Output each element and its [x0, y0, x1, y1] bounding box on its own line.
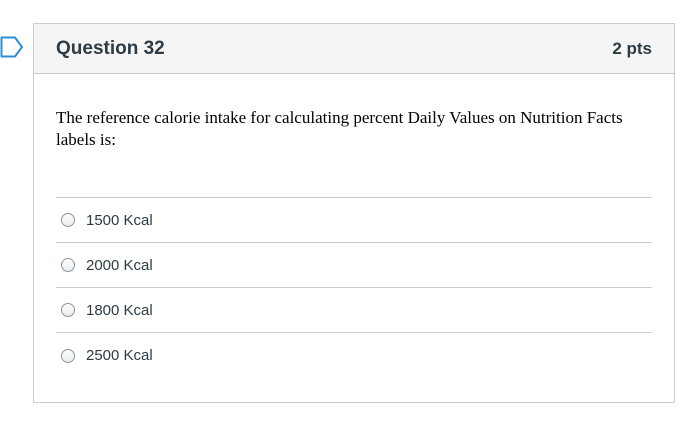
question-text: The reference calorie intake for calcula…	[56, 108, 623, 149]
flag-question-icon[interactable]	[0, 36, 24, 58]
answer-option[interactable]: 1800 Kcal	[56, 288, 652, 333]
radio-button[interactable]	[61, 258, 75, 272]
answer-option[interactable]: 2000 Kcal	[56, 243, 652, 288]
answer-option[interactable]: 2500 Kcal	[56, 333, 652, 378]
question-header: Question 32 2 pts	[34, 24, 674, 74]
question-card: Question 32 2 pts The reference calorie …	[33, 23, 675, 403]
radio-button[interactable]	[61, 213, 75, 227]
answer-option[interactable]: 1500 Kcal	[56, 198, 652, 243]
question-points: 2 pts	[612, 38, 652, 58]
answer-label[interactable]: 2500 Kcal	[86, 347, 153, 364]
answer-label[interactable]: 1500 Kcal	[86, 212, 153, 229]
question-title: Question 32	[56, 37, 165, 59]
radio-button[interactable]	[61, 348, 75, 363]
answer-list: 1500 Kcal 2000 Kcal 1800 Kcal 2500 Kcal	[56, 197, 652, 378]
radio-button[interactable]	[61, 303, 75, 317]
answer-label[interactable]: 1800 Kcal	[86, 302, 153, 319]
answer-label[interactable]: 2000 Kcal	[86, 257, 153, 274]
question-body: The reference calorie intake for calcula…	[34, 74, 674, 378]
